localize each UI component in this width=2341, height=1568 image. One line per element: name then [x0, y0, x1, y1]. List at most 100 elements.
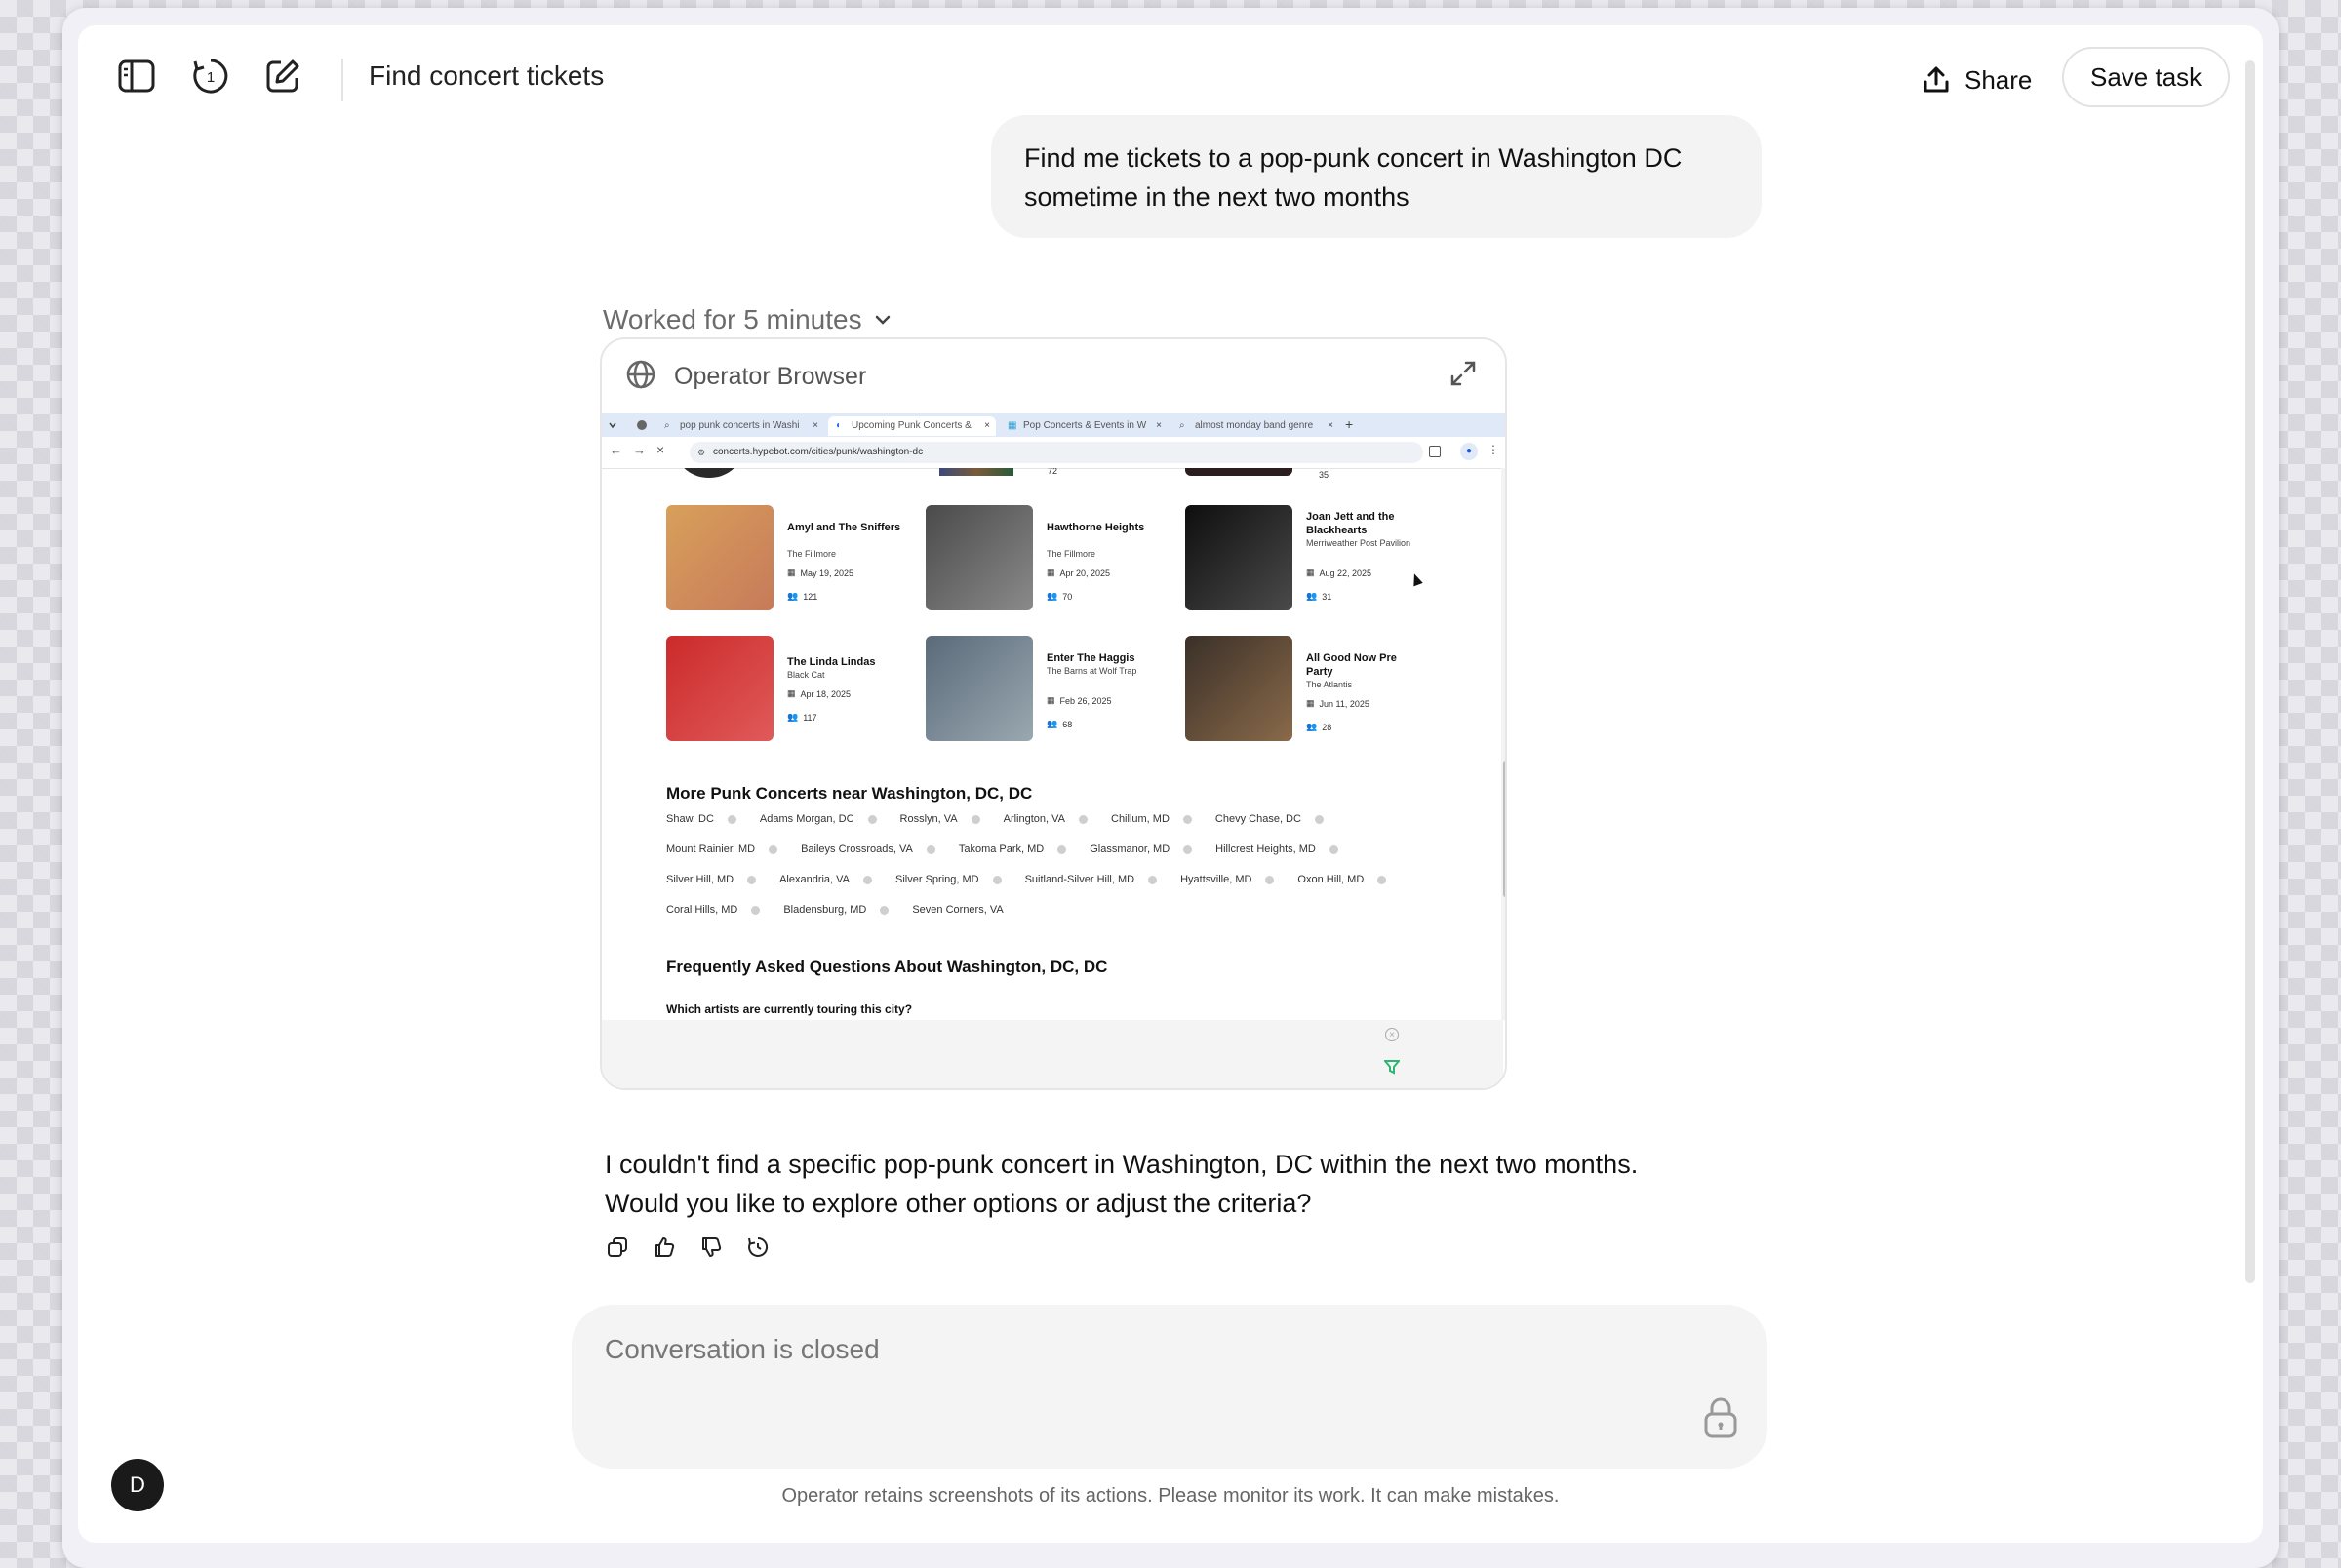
separator-dot	[727, 815, 736, 824]
location-link[interactable]: Chevy Chase, DC	[1215, 813, 1301, 825]
faq-question[interactable]: Which artists are currently touring this…	[666, 1002, 912, 1016]
artist-photo	[926, 505, 1033, 610]
location-row: Silver Hill, MD Alexandria, VA Silver Spri…	[666, 874, 1409, 885]
worked-for-label: Worked for 5 minutes	[603, 304, 862, 334]
share-icon	[1924, 66, 1949, 93]
location-link[interactable]: Seven Corners, VA	[912, 904, 1003, 916]
location-link[interactable]: Suitland-Silver Hill, MD	[1025, 874, 1134, 885]
extensions-icon[interactable]	[1429, 446, 1441, 457]
browser-card-title: Operator Browser	[674, 363, 867, 390]
concert-card[interactable]: Amyl and The Sniffers The Fillmore ▦ May 19…	[666, 505, 910, 614]
separator-dot	[1377, 876, 1387, 884]
concert-name[interactable]: The Linda Lindas	[787, 655, 904, 669]
user-message: Find me tickets to a pop-punk concert in…	[991, 115, 1762, 238]
history-icon[interactable]: 1	[189, 55, 232, 98]
pinned-tab-icon[interactable]	[637, 420, 647, 430]
concert-name[interactable]: All Good Now Pre Party	[1306, 651, 1423, 679]
worked-for-toggle[interactable]: Worked for 5 minutes	[603, 304, 892, 335]
profile-icon[interactable]: ●	[1460, 443, 1478, 460]
concert-venue: The Fillmore	[787, 549, 837, 559]
concert-name[interactable]: Enter The Haggis	[1047, 651, 1164, 665]
location-link[interactable]: Glassmanor, MD	[1090, 843, 1170, 855]
concert-date: ▦ May 19, 2025	[787, 568, 854, 578]
location-link[interactable]: Adams Morgan, DC	[760, 813, 854, 825]
partial-fan-count: 35	[1319, 470, 1329, 480]
share-button[interactable]: Share	[1912, 51, 2042, 109]
sidebar-toggle-icon[interactable]	[115, 55, 158, 98]
top-bar: 1 Find concert tickets Share Save task	[78, 25, 2263, 123]
partial-image	[1185, 468, 1292, 476]
new-task-icon[interactable]	[261, 55, 304, 98]
concert-venue: The Barns at Wolf Trap	[1047, 666, 1137, 676]
calendar-icon: ▦	[1306, 568, 1315, 577]
faq-heading: Frequently Asked Questions About Washing…	[666, 958, 1108, 976]
copy-icon[interactable]	[605, 1235, 630, 1260]
people-icon: 👥	[787, 591, 799, 601]
location-link[interactable]: Alexandria, VA	[779, 874, 850, 885]
location-link[interactable]: Hillcrest Heights, MD	[1215, 843, 1316, 855]
scrollbar-thumb[interactable]	[1503, 761, 1505, 897]
location-link[interactable]: Chillum, MD	[1111, 813, 1170, 825]
browser-tab[interactable]: ⌕ almost monday band genre ×	[1171, 416, 1339, 436]
concert-fans: 👥 31	[1306, 591, 1332, 602]
separator-dot	[992, 876, 1002, 884]
filter-icon	[1384, 1060, 1400, 1075]
more-options-icon[interactable]: ⋮	[1488, 443, 1499, 456]
retry-icon[interactable]	[745, 1235, 771, 1260]
message-composer: Conversation is closed	[572, 1305, 1767, 1469]
browser-tab[interactable]: ▦ Pop Concerts & Events in W ×	[1000, 416, 1168, 436]
separator-dot	[1057, 845, 1067, 854]
separator-dot	[867, 815, 877, 824]
thumbs-up-icon[interactable]	[652, 1235, 677, 1260]
browser-tab-active[interactable]: ◐ Upcoming Punk Concerts & ×	[828, 416, 996, 436]
concert-date: ▦ Aug 22, 2025	[1306, 568, 1372, 578]
location-row: Mount Rainier, MD Baileys Crossroads, VA T…	[666, 843, 1362, 855]
location-link[interactable]: Bladensburg, MD	[783, 904, 866, 916]
forward-icon[interactable]: →	[633, 443, 646, 457]
concert-name[interactable]: Amyl and The Sniffers	[787, 521, 904, 534]
close-ad-icon[interactable]: ×	[1385, 1028, 1399, 1041]
globe-icon	[626, 360, 655, 389]
concert-card[interactable]: All Good Now Pre Party The Atlantis ▦ Jun 1…	[1185, 636, 1429, 745]
tab-menu-icon[interactable]	[608, 420, 617, 430]
location-link[interactable]: Silver Spring, MD	[895, 874, 979, 885]
back-icon[interactable]: ←	[610, 443, 622, 457]
concert-name[interactable]: Joan Jett and the Blackhearts	[1306, 510, 1423, 537]
location-link[interactable]: Takoma Park, MD	[959, 843, 1044, 855]
concert-fans: 👥 28	[1306, 722, 1332, 732]
save-task-button[interactable]: Save task	[2062, 47, 2231, 107]
share-label: Share	[1964, 64, 2033, 95]
location-link[interactable]: Mount Rainier, MD	[666, 843, 755, 855]
main-scrollbar[interactable]	[2245, 60, 2255, 1283]
separator-dot	[863, 876, 873, 884]
location-link[interactable]: Shaw, DC	[666, 813, 714, 825]
location-link[interactable]: Hyattsville, MD	[1180, 874, 1251, 885]
location-link[interactable]: Rosslyn, VA	[900, 813, 958, 825]
location-link[interactable]: Coral Hills, MD	[666, 904, 737, 916]
concert-name[interactable]: Hawthorne Heights	[1047, 521, 1164, 534]
location-link[interactable]: Silver Hill, MD	[666, 874, 734, 885]
thumbs-down-icon[interactable]	[698, 1235, 724, 1260]
assistant-message: I couldn't find a specific pop-punk conc…	[605, 1150, 1639, 1218]
location-link[interactable]: Arlington, VA	[1004, 813, 1065, 825]
expand-icon[interactable]	[1448, 359, 1478, 388]
concert-card[interactable]: Enter The Haggis The Barns at Wolf Trap ▦ F…	[926, 636, 1170, 745]
operator-browser-card[interactable]: Operator Browser ⌕ pop punk concerts in W…	[600, 337, 1507, 1090]
concert-venue: The Fillmore	[1047, 549, 1096, 559]
concert-card[interactable]: Joan Jett and the Blackhearts Merriweathe…	[1185, 505, 1429, 614]
message-actions	[605, 1235, 771, 1260]
calendar-icon: ▦	[1306, 698, 1315, 708]
url-field[interactable]: ⚙ concerts.hypebot.com/cities/punk/washin…	[690, 442, 1423, 463]
concert-card[interactable]: Hawthorne Heights The Fillmore ▦ Apr 20, 20…	[926, 505, 1170, 614]
page-scrollbar[interactable]	[1501, 468, 1505, 1020]
browser-tab[interactable]: ⌕ pop punk concerts in Washi ×	[656, 416, 824, 436]
close-page-icon[interactable]: ×	[656, 442, 664, 457]
new-tab-button[interactable]: +	[1345, 416, 1353, 432]
ad-banner: ×	[602, 1020, 1503, 1088]
separator-dot	[1183, 845, 1193, 854]
app-window: 1 Find concert tickets Share Save task F…	[78, 25, 2263, 1543]
location-link[interactable]: Oxon Hill, MD	[1297, 874, 1364, 885]
location-link[interactable]: Baileys Crossroads, VA	[801, 843, 913, 855]
concert-card[interactable]: The Linda Lindas Black Cat ▦ Apr 18, 2025 👥 1…	[666, 636, 910, 745]
separator-dot	[1079, 815, 1088, 824]
